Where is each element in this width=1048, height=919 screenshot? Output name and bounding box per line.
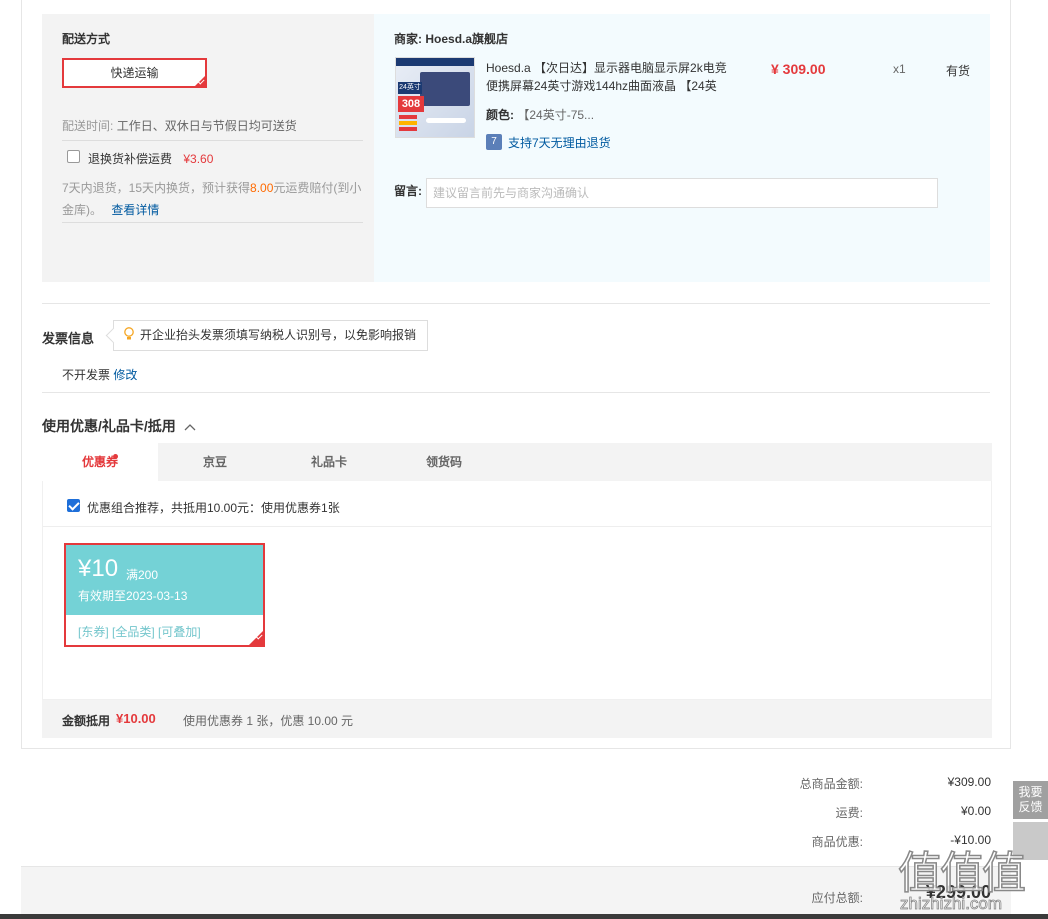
product-qty: x1: [893, 62, 906, 76]
insurance-row: 退换货补偿运费 ¥3.60: [88, 150, 213, 167]
insurance-desc-1: 7天内退货，15天内换货，预计获得: [62, 181, 251, 195]
invoice-tip-text: 开企业抬头发票须填写纳税人识别号，以免影响报销: [140, 328, 417, 342]
product-thumbnail[interactable]: 24英寸 308: [395, 57, 475, 138]
delivery-panel: [42, 14, 374, 282]
insurance-detail-link[interactable]: 查看详情: [111, 203, 159, 217]
delivery-time-value: 工作日、双休日与节假日均可送货: [116, 119, 297, 133]
recommend-text: 优惠组合推荐，共抵用10.00元：使用优惠券1张: [87, 501, 340, 515]
discount-title-text: 使用优惠/礼品卡/抵用: [42, 418, 176, 434]
payable-label: 应付总额:: [811, 891, 863, 905]
coupon-tags: [东券] [全品类] [可叠加]: [78, 625, 201, 639]
delivery-time-label: 配送时间:: [62, 119, 114, 133]
discount-tabs: 优惠券 京豆 礼品卡 领货码: [42, 443, 992, 481]
summary-label: 金额抵用: [62, 714, 111, 728]
discount-summary: 金额抵用 ¥10.00 使用优惠券 1 张，优惠 10.00 元: [42, 700, 992, 738]
color-label: 颜色:: [486, 108, 514, 122]
insurance-label: 退换货补偿运费: [88, 152, 173, 166]
color-value: 【24英寸-75...: [517, 108, 595, 122]
invoice-status-text: 不开发票: [62, 368, 111, 382]
summary-amount: ¥10.00: [116, 711, 156, 726]
express-delivery-label: 快递运输: [110, 66, 159, 80]
coupon-expiry: 有效期至2023-03-13: [78, 589, 188, 603]
recommend-checkbox[interactable]: [67, 499, 80, 512]
goods-total-value: ¥309.00: [947, 775, 991, 789]
feedback-button[interactable]: 我要反馈: [1013, 781, 1048, 819]
coupon-amount: ¥10: [78, 555, 119, 582]
coupon-condition: 满200: [126, 568, 159, 582]
insurance-amount: 8.00: [250, 181, 274, 195]
return-policy-icon: 7: [486, 134, 502, 150]
divider: [42, 392, 990, 393]
shop-panel: [374, 14, 990, 282]
return-policy-link[interactable]: 支持7天无理由退货: [508, 134, 611, 151]
goods-total-label: 总商品金额:: [799, 777, 863, 791]
merchant: 商家: Hoesd.a旗舰店: [394, 30, 508, 47]
insurance-description: 7天内退货，15天内换货，预计获得8.00元运费赔付(到小金库)。 查看详情: [62, 177, 362, 221]
lightbulb-icon: [124, 327, 134, 340]
chevron-up-icon: [184, 424, 196, 431]
insurance-price: ¥3.60: [183, 152, 214, 166]
divider: [42, 303, 990, 304]
summary-detail: 使用优惠券 1 张，优惠 10.00 元: [183, 714, 354, 728]
shipping-label: 运费:: [835, 806, 863, 820]
delivery-time: 配送时间: 工作日、双休日与节假日均可送货: [62, 117, 297, 134]
divider: [62, 222, 363, 223]
product-color: 颜色: 【24英寸-75...: [486, 106, 594, 123]
new-dot-badge: [113, 454, 118, 459]
product-title[interactable]: Hoesd.a 【次日达】显示器电脑显示屏2k电竞便携屏幕24英寸游戏144hz…: [486, 59, 736, 95]
coupon-card[interactable]: ¥10 满200 有效期至2023-03-13 [东券] [全品类] [可叠加]: [64, 543, 265, 647]
invoice-edit-link[interactable]: 修改: [113, 368, 137, 382]
thumb-tag: 24英寸: [398, 82, 422, 94]
bottom-bar: [0, 914, 1048, 919]
watermark-url: zhizhizhi.com: [900, 894, 1003, 914]
tab-gift-card[interactable]: 礼品卡: [272, 443, 386, 481]
watermark: 值值值 zhizhizhi.com: [896, 837, 1046, 917]
tab-jingdou[interactable]: 京豆: [158, 443, 272, 481]
product-stock: 有货: [946, 64, 971, 78]
watermark-glyphs: 值值值: [897, 848, 1027, 899]
product-price: ¥ 309.00: [771, 61, 826, 77]
tab-pickup-code[interactable]: 领货码: [386, 443, 502, 481]
tab-coupon[interactable]: 优惠券: [42, 443, 158, 481]
merchant-name: Hoesd.a旗舰店: [425, 32, 509, 46]
memo-input[interactable]: [426, 178, 938, 208]
divider: [43, 526, 991, 527]
divider: [62, 140, 363, 141]
merchant-label: 商家:: [394, 32, 422, 46]
goods-discount-label: 商品优惠:: [811, 835, 863, 849]
shipping-value: ¥0.00: [960, 804, 991, 818]
invoice-label: 发票信息: [42, 331, 95, 346]
memo-label: 留言:: [394, 184, 422, 198]
thumb-price: 308: [398, 96, 424, 112]
delivery-label: 配送方式: [62, 32, 111, 46]
coupon-selected-icon: [247, 629, 265, 647]
invoice-status: 不开发票 修改: [62, 366, 137, 383]
selected-check-icon: [193, 74, 207, 88]
invoice-tip: 开企业抬头发票须填写纳税人识别号，以免影响报销: [113, 320, 428, 351]
insurance-checkbox[interactable]: [67, 150, 80, 163]
express-delivery-button[interactable]: 快递运输: [62, 58, 207, 88]
discount-section-title[interactable]: 使用优惠/礼品卡/抵用: [42, 416, 196, 436]
